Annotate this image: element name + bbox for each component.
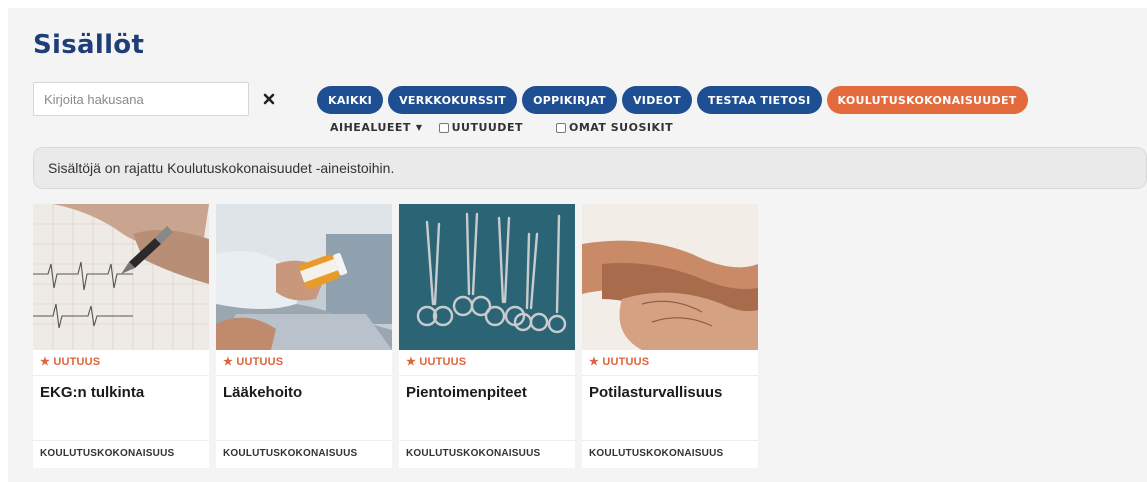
filter-videot[interactable]: VIDEOT <box>621 86 692 114</box>
close-icon <box>263 93 275 105</box>
content-card[interactable]: ★ UUTUUS Lääkehoito KOULUTUSKOKONAISUUS <box>216 204 392 468</box>
caret-down-icon: ▼ <box>415 123 423 132</box>
card-type: KOULUTUSKOKONAISUUS <box>589 448 724 459</box>
favorites-checkbox[interactable]: OMAT SUOSIKIT <box>555 121 674 134</box>
topics-dropdown[interactable]: AIHEALUEET ▼ <box>330 121 423 134</box>
filter-verkkokurssit[interactable]: VERKKOKURSSIT <box>388 86 518 114</box>
filter-oppikirjat[interactable]: OPPIKIRJAT <box>522 86 617 114</box>
search-input[interactable] <box>33 82 249 116</box>
divider <box>582 440 758 441</box>
filter-koulutuskokonaisuudet[interactable]: KOULUTUSKOKONAISUUDET <box>826 86 1028 114</box>
filter-options: AIHEALUEET ▼ UUTUUDET OMAT SUOSIKIT <box>330 121 673 134</box>
new-badge: ★ UUTUUS <box>223 356 284 368</box>
news-checkbox[interactable]: UUTUUDET <box>438 121 523 134</box>
topics-dropdown-label: AIHEALUEET <box>330 121 411 134</box>
filter-info-message: Sisältöjä on rajattu Koulutuskokonaisuud… <box>33 147 1147 189</box>
page-title: Sisällöt <box>33 30 145 60</box>
card-title: EKG:n tulkinta <box>40 384 145 401</box>
divider <box>33 375 209 376</box>
divider <box>582 375 758 376</box>
content-card-list: ★ UUTUUS EKG:n tulkinta KOULUTUSKOKONAIS… <box>33 204 758 468</box>
ecg-image <box>33 204 209 350</box>
new-badge: ★ UUTUUS <box>406 356 467 368</box>
favorites-checkbox-box[interactable] <box>555 122 566 133</box>
divider <box>399 440 575 441</box>
content-type-filters: KAIKKI VERKKOKURSSIT OPPIKIRJAT VIDEOT T… <box>317 86 1028 114</box>
filter-testaa-tietosi[interactable]: TESTAA TIETOSI <box>696 86 822 114</box>
content-card[interactable]: ★ UUTUUS EKG:n tulkinta KOULUTUSKOKONAIS… <box>33 204 209 468</box>
filter-kaikki[interactable]: KAIKKI <box>317 86 384 114</box>
new-badge: ★ UUTUUS <box>589 356 650 368</box>
favorites-checkbox-label: OMAT SUOSIKIT <box>568 121 674 134</box>
card-type: KOULUTUSKOKONAISUUS <box>40 448 175 459</box>
clear-search-button[interactable] <box>258 88 280 110</box>
divider <box>399 375 575 376</box>
divider <box>216 440 392 441</box>
surgical-instruments-image <box>399 204 575 350</box>
holding-hands-image <box>582 204 758 350</box>
divider <box>33 440 209 441</box>
content-card[interactable]: ★ UUTUUS Potilasturvallisuus KOULUTUSKOK… <box>582 204 758 468</box>
card-title: Lääkehoito <box>223 384 303 401</box>
news-checkbox-box[interactable] <box>438 122 449 133</box>
new-badge: ★ UUTUUS <box>40 356 101 368</box>
medication-image <box>216 204 392 350</box>
divider <box>216 375 392 376</box>
card-type: KOULUTUSKOKONAISUUS <box>406 448 541 459</box>
card-title: Potilasturvallisuus <box>589 384 723 401</box>
news-checkbox-label: UUTUUDET <box>451 121 523 134</box>
card-title: Pientoimenpiteet <box>406 384 527 401</box>
card-type: KOULUTUSKOKONAISUUS <box>223 448 358 459</box>
content-card[interactable]: ★ UUTUUS Pientoimenpiteet KOULUTUSKOKONA… <box>399 204 575 468</box>
